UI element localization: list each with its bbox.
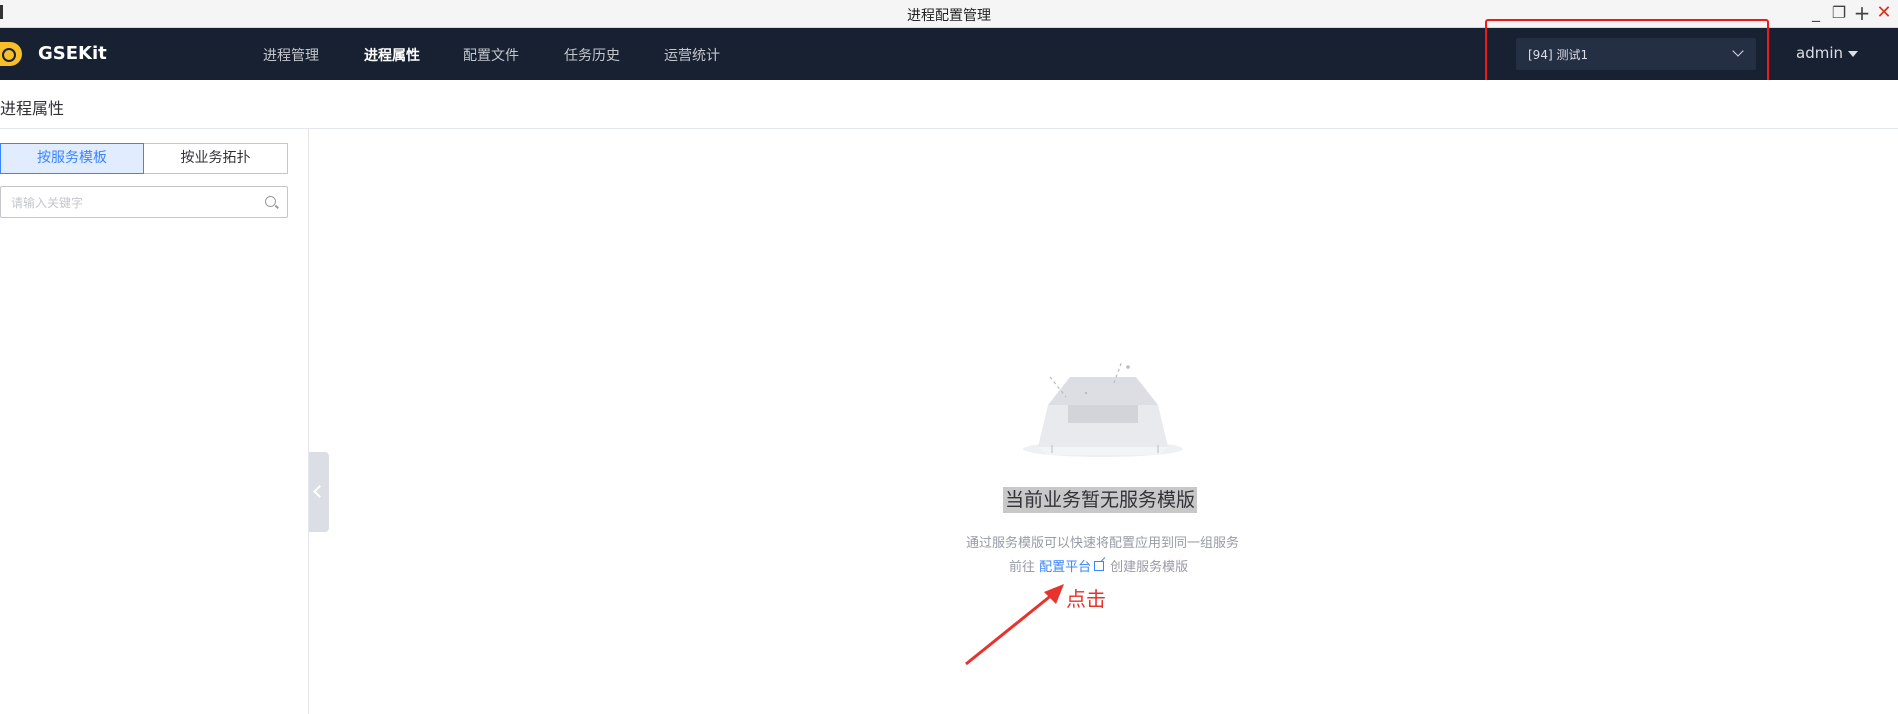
nav-item-config-files[interactable]: 配置文件	[463, 45, 519, 65]
gsekit-logo-icon	[0, 42, 22, 66]
sidebar: 按服务模板 按业务拓扑	[0, 129, 309, 714]
search-input[interactable]	[9, 191, 253, 215]
page-title: 进程属性	[0, 99, 65, 118]
user-menu[interactable]: admin	[1796, 44, 1843, 62]
plus-icon[interactable]: +	[1852, 3, 1872, 23]
annotation-text: 点击	[1066, 587, 1106, 611]
chevron-left-icon	[313, 485, 326, 498]
caret-down-icon[interactable]	[1848, 51, 1858, 57]
tab-by-business-topology[interactable]: 按业务拓扑	[144, 143, 288, 174]
annotation-arrow	[965, 584, 1064, 666]
search-icon[interactable]	[265, 196, 276, 207]
cmdb-platform-link[interactable]: 配置平台	[1039, 560, 1091, 575]
empty-box-illustration	[1023, 360, 1183, 457]
guide-prefix: 前往	[1009, 560, 1036, 575]
nav-item-process-management[interactable]: 进程管理	[263, 45, 319, 65]
empty-state-title: 当前业务暂无服务模版	[1003, 487, 1198, 513]
close-icon[interactable]: ✕	[1874, 3, 1894, 23]
minimize-icon[interactable]: _	[1806, 3, 1826, 23]
nav-item-operation-stats[interactable]: 运营统计	[664, 45, 720, 65]
guide-suffix: 创建服务模版	[1110, 560, 1189, 575]
app-name[interactable]: GSEKit	[38, 43, 107, 64]
empty-state-guide: 前往 配置平台 创建服务模版	[1009, 556, 1188, 575]
view-mode-tabs: 按服务模板 按业务拓扑	[0, 143, 288, 174]
search-box	[0, 186, 288, 218]
nav-item-task-history[interactable]: 任务历史	[564, 45, 620, 65]
external-link-icon[interactable]	[1094, 561, 1105, 571]
tab-by-service-template[interactable]: 按服务模板	[0, 143, 144, 174]
page-header: 进程属性	[0, 80, 1898, 129]
nav-item-process-attributes[interactable]: 进程属性	[364, 45, 420, 65]
empty-state-description: 通过服务模版可以快速将配置应用到同一组服务	[965, 536, 1239, 551]
restore-icon[interactable]: ❐	[1829, 3, 1849, 23]
sidebar-collapse-handle[interactable]	[309, 452, 329, 532]
